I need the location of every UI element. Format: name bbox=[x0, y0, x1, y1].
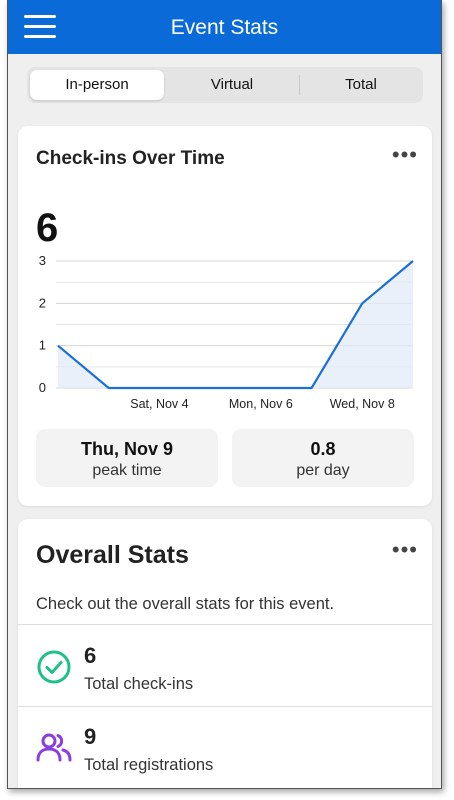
checkins-total: 6 bbox=[36, 206, 59, 250]
tab-virtual[interactable]: Virtual bbox=[167, 70, 297, 100]
page-title: Event Stats bbox=[170, 16, 279, 39]
checkins-card: Check-ins Over Time ••• 6 0 1 2 3 Sat, Nov 4… bbox=[18, 126, 432, 506]
total-checkins-label: Total check-ins bbox=[84, 675, 194, 693]
x-tick-label: Wed, Nov 8 bbox=[330, 397, 395, 411]
people-icon bbox=[36, 733, 72, 762]
y-tick-label: 2 bbox=[39, 295, 46, 310]
check-circle-icon bbox=[37, 650, 71, 684]
tab-total[interactable]: Total bbox=[301, 70, 421, 100]
overall-stats-card: Overall Stats ••• Check out the overall … bbox=[18, 519, 432, 788]
x-tick-label: Sat, Nov 4 bbox=[130, 397, 188, 411]
per-day-box: 0.8 per day bbox=[232, 429, 414, 487]
per-day-label: per day bbox=[296, 462, 350, 479]
checkins-chart: 0 1 2 3 Sat, Nov 4 Mon, Nov 6 Wed, Nov 8 bbox=[39, 256, 414, 411]
more-options-icon[interactable]: ••• bbox=[392, 142, 418, 168]
y-tick-label: 3 bbox=[39, 256, 46, 268]
peak-time-value: Thu, Nov 9 bbox=[80, 439, 173, 459]
tab-in-person[interactable]: In-person bbox=[30, 70, 164, 100]
divider bbox=[18, 624, 432, 625]
app-frame: Event Stats In-person Virtual Total Chec… bbox=[7, 0, 442, 789]
view-segmented-control: In-person Virtual Total bbox=[27, 67, 423, 103]
y-tick-label: 1 bbox=[39, 338, 46, 353]
peak-time-label: peak time bbox=[92, 462, 162, 479]
more-options-icon[interactable]: ••• bbox=[392, 537, 418, 563]
total-registrations-value: 9 bbox=[84, 724, 97, 749]
overall-stats-description: Check out the overall stats for this eve… bbox=[36, 595, 335, 613]
segment-divider bbox=[299, 75, 300, 95]
x-tick-label: Mon, Nov 6 bbox=[229, 397, 293, 411]
peak-time-box: Thu, Nov 9 peak time bbox=[36, 429, 218, 487]
app-bar: Event Stats bbox=[8, 0, 441, 54]
divider bbox=[18, 706, 432, 707]
total-registrations-label: Total registrations bbox=[84, 756, 214, 774]
total-checkins-value: 6 bbox=[84, 643, 97, 668]
overall-stats-title: Overall Stats bbox=[36, 541, 189, 569]
y-tick-label: 0 bbox=[39, 380, 46, 395]
per-day-value: 0.8 bbox=[310, 439, 336, 459]
checkins-card-title: Check-ins Over Time bbox=[36, 148, 225, 169]
